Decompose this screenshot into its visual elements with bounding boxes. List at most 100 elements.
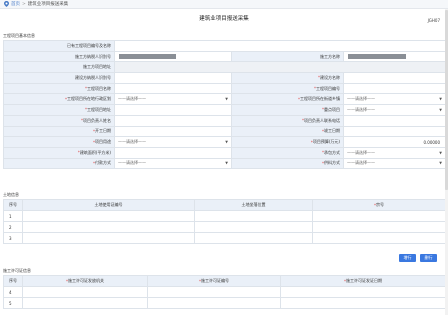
form-row: 已有工程项目编号及名称 xyxy=(3,41,446,52)
table-cell-input[interactable] xyxy=(148,298,281,308)
text-input[interactable] xyxy=(115,41,446,51)
label-text: 项目预算(万元) xyxy=(312,139,340,145)
form-row: * 建筑面积(平方米) * 承包方式 ——请选择—— ▼ xyxy=(3,147,446,159)
text-input[interactable] xyxy=(115,105,232,115)
table-cell-input[interactable] xyxy=(23,222,195,232)
field-label: * 工程项目所在地行政区划 xyxy=(3,94,115,105)
form-row: 施工方项目地址 xyxy=(3,62,446,74)
chevron-down-icon: ▼ xyxy=(225,140,228,145)
breadcrumb: 首页 > 建筑业项目报送采集 xyxy=(0,0,448,9)
label-text: 工程项目所在街道乡镇 xyxy=(300,96,340,102)
table-cell-input[interactable] xyxy=(313,222,446,232)
field-label: * 项目负责人姓名 xyxy=(3,115,115,126)
label-text: 项目负责人联系电话 xyxy=(304,117,340,123)
select-dropdown[interactable]: ——请选择—— ▼ xyxy=(115,137,232,147)
column-header: 土地使用证编号 xyxy=(23,200,195,210)
basic-section-title: 工程项目基本信息 xyxy=(3,33,35,38)
table-cell-input[interactable] xyxy=(23,287,148,297)
location-pin-icon xyxy=(4,1,9,7)
land-section-title: 土地信息 xyxy=(3,192,19,197)
table-cell-input[interactable] xyxy=(23,211,195,221)
number-input[interactable]: 0.00000 xyxy=(344,137,446,147)
field-label: * 供料方式 xyxy=(232,158,344,169)
row-number: 1 xyxy=(3,211,23,221)
table-cell-input[interactable] xyxy=(23,233,195,243)
table-cell-input[interactable] xyxy=(148,287,281,297)
label-text: 宗号 xyxy=(376,202,384,207)
label-text: 施工许可证发证日期 xyxy=(346,278,382,283)
chevron-down-icon: ▼ xyxy=(225,97,228,102)
table-row: 3 xyxy=(3,233,446,244)
redacted-value xyxy=(348,54,406,60)
row-number: 5 xyxy=(3,298,23,308)
text-input[interactable] xyxy=(115,126,232,137)
column-header: * 施工许可证编号 xyxy=(148,276,281,286)
label-text: 施工许可证发放机关 xyxy=(68,278,104,283)
table-header-row: 序号 土地使用证编号 土地坐落位置 * 宗号 xyxy=(3,200,446,211)
field-label: * 工程项目所在街道乡镇 xyxy=(232,94,344,105)
select-dropdown[interactable]: ——请选择—— ▼ xyxy=(115,94,232,105)
form-row: * 项目负责人姓名 * 项目负责人联系电话 xyxy=(3,115,446,127)
page-title: 建筑业项目报送采集 xyxy=(199,16,249,22)
field-label: * 工程项目地址 xyxy=(3,105,115,115)
label-text: 工程项目所在地行政区划 xyxy=(67,96,111,102)
text-input[interactable] xyxy=(344,115,446,126)
field-label: 施工方名称 xyxy=(232,51,344,62)
delete-row-button[interactable]: 删行 xyxy=(420,254,437,262)
field-label: * 竣工日期 xyxy=(232,126,344,137)
select-dropdown[interactable]: ——请选择—— ▼ xyxy=(344,94,446,105)
field-label: * 建筑面积(平方米) xyxy=(3,147,115,158)
field-label: * 承包方式 xyxy=(232,147,344,158)
text-input[interactable] xyxy=(115,83,232,94)
table-cell-input[interactable] xyxy=(281,298,446,308)
field-label: * 建设方名称 xyxy=(232,73,344,83)
field-label: * 重点项目 xyxy=(232,105,344,115)
table-header-row: 序号 * 施工许可证发放机关 * 施工许可证编号 * 施工许可证发证日期 xyxy=(3,276,446,287)
table-cell-input[interactable] xyxy=(313,211,446,221)
text-input[interactable] xyxy=(115,147,232,158)
masked-input[interactable] xyxy=(115,51,232,62)
column-header: 序号 xyxy=(3,276,23,286)
breadcrumb-home-link[interactable]: 首页 xyxy=(11,1,20,7)
text-input[interactable] xyxy=(115,115,232,126)
label-text: 工程项目地址 xyxy=(87,106,111,112)
table-cell-input[interactable] xyxy=(23,298,148,308)
text-input[interactable] xyxy=(344,73,446,83)
form-row: * 付款方式 ——请选择—— ▼ * 供料方式 ——请选择—— ▼ xyxy=(3,158,446,170)
table-cell-input[interactable] xyxy=(195,211,313,221)
select-dropdown[interactable]: ——请选择—— ▼ xyxy=(344,147,446,158)
label-text: 项目负责人姓名 xyxy=(83,117,111,123)
select-dropdown[interactable]: ——请选择—— ▼ xyxy=(115,158,232,169)
table-cell-input[interactable] xyxy=(195,233,313,243)
select-value: ——请选择—— xyxy=(118,160,146,166)
column-header: * 宗号 xyxy=(313,200,446,210)
field-label: * 工程项目编号 xyxy=(232,83,344,94)
label-text: 开工日期 xyxy=(95,128,111,134)
text-input[interactable] xyxy=(115,73,232,83)
table-cell-input[interactable] xyxy=(281,287,446,297)
chevron-down-icon: ▼ xyxy=(439,97,442,102)
table-cell-input[interactable] xyxy=(195,222,313,232)
field-label: * 项目负责人联系电话 xyxy=(232,115,344,126)
land-info-table: 序号 土地使用证编号 土地坐落位置 * 宗号 1 2 3 xyxy=(3,199,446,244)
select-dropdown[interactable]: ——请选择—— ▼ xyxy=(344,105,446,115)
select-dropdown[interactable]: ——请选择—— ▼ xyxy=(344,158,446,169)
text-input[interactable] xyxy=(344,83,446,94)
select-value: ——请选择—— xyxy=(118,139,146,145)
column-header: * 施工许可证发证日期 xyxy=(281,276,446,286)
table-row: 5 xyxy=(3,298,446,309)
label-text: 施工许可证编号 xyxy=(201,278,229,283)
row-number: 2 xyxy=(3,222,23,232)
form-row: 施工方纳税人识别号 施工方名称 xyxy=(3,51,446,63)
field-label: * 付款方式 xyxy=(3,158,115,169)
text-input[interactable] xyxy=(344,126,446,137)
readonly-input xyxy=(115,62,446,73)
chevron-down-icon: ▼ xyxy=(439,161,442,166)
form-row: * 开工日期 * 竣工日期 xyxy=(3,126,446,138)
label-text: 供料方式 xyxy=(324,160,340,166)
add-row-button[interactable]: 增行 xyxy=(399,254,416,262)
form-row: * 项目用途 ——请选择—— ▼ * 项目预算(万元) 0.00000 xyxy=(3,137,446,148)
masked-input[interactable] xyxy=(344,51,446,62)
table-cell-input[interactable] xyxy=(313,233,446,243)
chevron-down-icon: ▼ xyxy=(439,107,442,112)
